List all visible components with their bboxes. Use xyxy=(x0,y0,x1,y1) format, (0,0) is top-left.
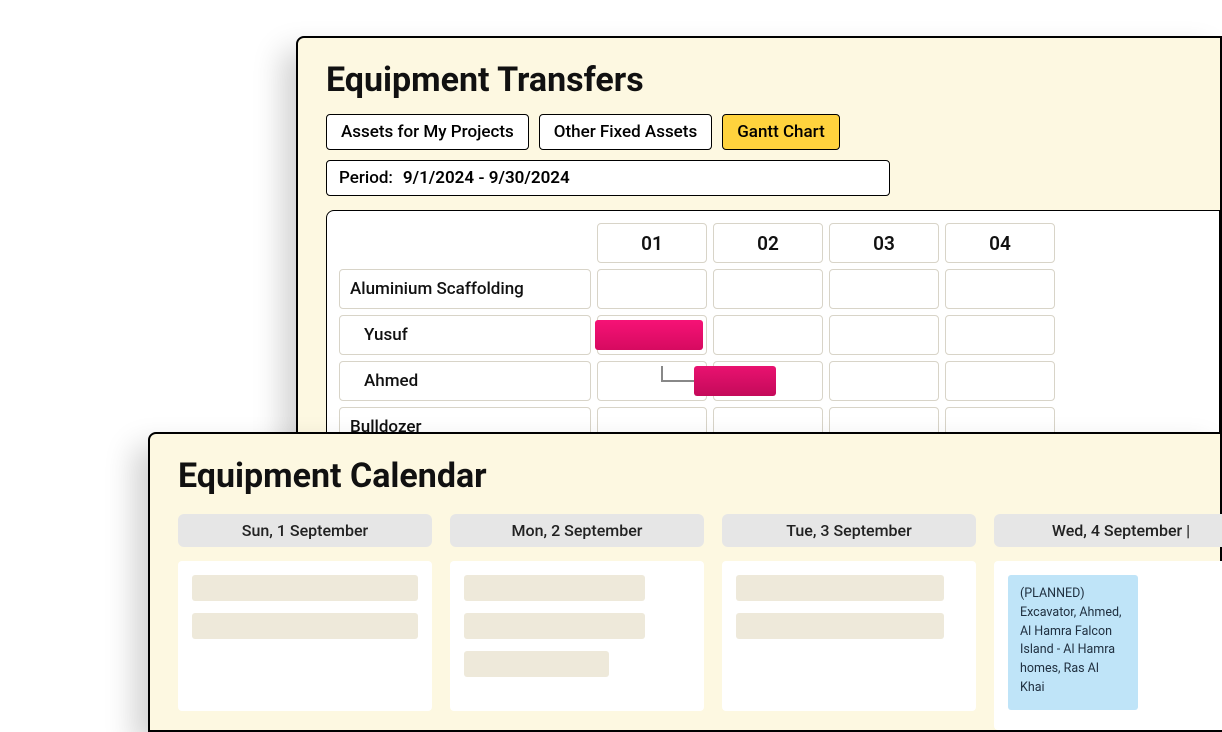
gantt-grid: 01 02 03 04 Aluminium Scaffolding Yusuf … xyxy=(339,223,1219,447)
tab-other-fixed-assets[interactable]: Other Fixed Assets xyxy=(539,114,712,150)
placeholder-line xyxy=(192,575,418,601)
gantt-day-01: 01 xyxy=(597,223,707,263)
gantt-cell[interactable] xyxy=(597,361,707,401)
gantt-day-04: 04 xyxy=(945,223,1055,263)
gantt-row-ahmed[interactable]: Ahmed xyxy=(339,361,591,401)
period-value: 9/1/2024 - 9/30/2024 xyxy=(403,168,570,188)
placeholder-line xyxy=(192,613,418,639)
calendar-day-card[interactable] xyxy=(450,561,704,711)
calendar-day-row: Sun, 1 September Mon, 2 September Tue, 3… xyxy=(178,514,1220,730)
gantt-cell[interactable] xyxy=(945,361,1055,401)
calendar-day-header: Wed, 4 September | xyxy=(994,514,1222,547)
gantt-cell[interactable] xyxy=(713,315,823,355)
placeholder-line xyxy=(464,651,609,677)
calendar-day-card[interactable] xyxy=(178,561,432,711)
gantt-cell[interactable] xyxy=(597,315,707,355)
gantt-cell[interactable] xyxy=(713,361,823,401)
tab-assets-my-projects[interactable]: Assets for My Projects xyxy=(326,114,529,150)
window-equipment-calendar: Equipment Calendar Sun, 1 September Mon,… xyxy=(148,432,1222,732)
calendar-event-planned-excavator[interactable]: (PLANNED) Excavator, Ahmed, Al Hamra Fal… xyxy=(1008,575,1138,710)
calendar-day-col-wed: Wed, 4 September | (PLANNED) Excavator, … xyxy=(994,514,1222,730)
calendar-day-col-sun: Sun, 1 September xyxy=(178,514,432,730)
gantt-cell[interactable] xyxy=(597,269,707,309)
calendar-day-card[interactable]: (PLANNED) Excavator, Ahmed, Al Hamra Fal… xyxy=(994,561,1222,730)
calendar-day-card[interactable] xyxy=(722,561,976,711)
period-label: Period: xyxy=(339,168,393,188)
placeholder-line xyxy=(736,613,944,639)
gantt-row-yusuf[interactable]: Yusuf xyxy=(339,315,591,355)
gantt-cell[interactable] xyxy=(829,269,939,309)
calendar-title: Equipment Calendar xyxy=(178,456,1220,496)
calendar-day-col-mon: Mon, 2 September xyxy=(450,514,704,730)
tab-row: Assets for My Projects Other Fixed Asset… xyxy=(326,114,1220,150)
placeholder-line xyxy=(464,613,645,639)
gantt-cell[interactable] xyxy=(945,315,1055,355)
gantt-day-03: 03 xyxy=(829,223,939,263)
gantt-day-02: 02 xyxy=(713,223,823,263)
gantt-cell[interactable] xyxy=(829,361,939,401)
placeholder-line xyxy=(736,575,944,601)
placeholder-line xyxy=(464,575,645,601)
gantt-cell[interactable] xyxy=(713,269,823,309)
gantt-bar-ahmed[interactable] xyxy=(694,366,776,396)
calendar-day-header: Mon, 2 September xyxy=(450,514,704,547)
gantt-row-aluminium-scaffolding[interactable]: Aluminium Scaffolding xyxy=(339,269,591,309)
calendar-day-col-tue: Tue, 3 September xyxy=(722,514,976,730)
gantt-header-spacer xyxy=(339,223,591,263)
period-selector[interactable]: Period: 9/1/2024 - 9/30/2024 xyxy=(326,160,890,196)
gantt-chart: 01 02 03 04 Aluminium Scaffolding Yusuf … xyxy=(326,210,1220,460)
window-equipment-transfers: Equipment Transfers Assets for My Projec… xyxy=(296,36,1222,484)
gantt-cell[interactable] xyxy=(945,269,1055,309)
tab-gantt-chart[interactable]: Gantt Chart xyxy=(722,114,840,150)
gantt-bar-yusuf[interactable] xyxy=(595,320,703,350)
gantt-cell[interactable] xyxy=(829,315,939,355)
calendar-day-header: Sun, 1 September xyxy=(178,514,432,547)
transfers-title: Equipment Transfers xyxy=(326,60,1220,100)
calendar-day-header: Tue, 3 September xyxy=(722,514,976,547)
